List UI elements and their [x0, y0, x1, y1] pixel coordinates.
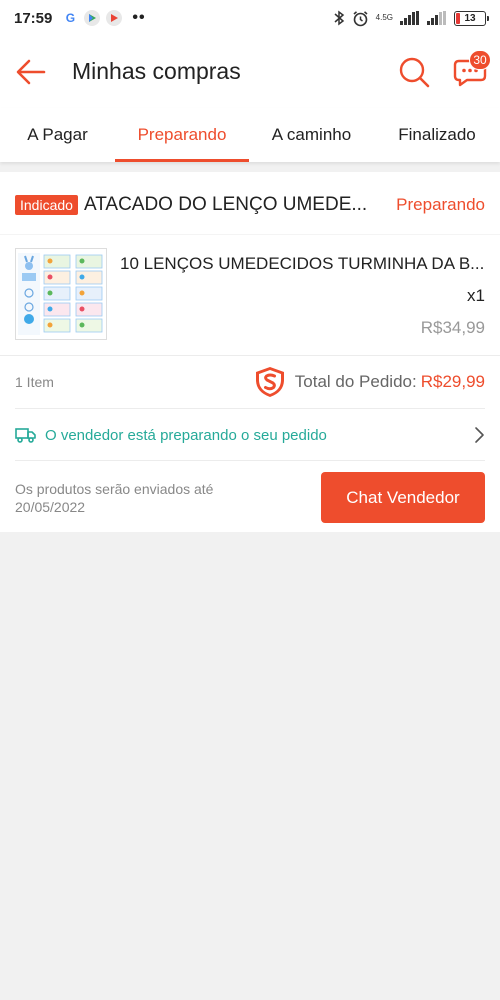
bluetooth-icon [334, 10, 344, 26]
play-store-icon [84, 10, 101, 26]
google-icon: G [65, 11, 76, 25]
shipping-deadline-note: Os produtos serão enviados até 20/05/202… [15, 481, 214, 515]
search-button[interactable] [396, 55, 432, 89]
search-icon [399, 57, 430, 88]
network-label: 4.5G [375, 13, 393, 22]
signal-icon [400, 11, 419, 25]
order-actions: Os produtos serão enviados até 20/05/202… [15, 470, 485, 525]
app-header: Minhas compras [0, 36, 500, 108]
page-title: Minhas compras [72, 58, 241, 84]
tab-preparando[interactable]: Preparando [115, 108, 249, 162]
divider [0, 355, 500, 356]
chevron-right-icon [475, 427, 484, 443]
network-indicator: 4.5G [376, 14, 393, 22]
product-row[interactable]: 10 LENÇOS UMEDECIDOS TURMINHA DA B... x1… [15, 248, 485, 348]
product-name: 10 LENÇOS UMEDECIDOS TURMINHA DA B... [120, 254, 485, 273]
shipping-status-text: O vendedor está preparando o seu pedido [45, 426, 327, 444]
indicado-badge: Indicado [15, 195, 78, 215]
back-arrow-icon [16, 59, 46, 85]
shipping-status-row[interactable]: O vendedor está preparando o seu pedido [15, 414, 485, 456]
order-total: Total do Pedido: R$29,99 [253, 365, 485, 399]
back-button[interactable] [14, 56, 48, 88]
battery-level: 13 [464, 12, 476, 24]
tab-a-caminho[interactable]: A caminho [249, 108, 374, 162]
truck-icon [15, 428, 36, 443]
alarm-icon [353, 10, 368, 26]
order-card[interactable]: Indicado ATACADO DO LENÇO UMEDE... Prepa… [0, 172, 500, 532]
item-count: 1 Item [15, 374, 54, 390]
chat-vendor-button[interactable]: Chat Vendedor [321, 472, 485, 523]
more-notifications-icon: •• [132, 9, 146, 26]
divider [0, 234, 500, 235]
chat-badge: 30 [469, 50, 491, 70]
tab-finalizado[interactable]: Finalizado [374, 108, 500, 162]
shop-row[interactable]: Indicado ATACADO DO LENÇO UMEDE... Prepa… [15, 190, 485, 220]
notification-icons: G •• [62, 9, 145, 27]
order-total-row: 1 Item Total do Pedido: R$29,99 [15, 362, 485, 402]
signal-icon-2 [427, 11, 446, 25]
system-icons: 4.5G 13 [333, 10, 489, 27]
total-value: R$29,99 [420, 372, 485, 391]
status-bar: 17:59 G •• 4.5G 13 [0, 0, 500, 36]
shield-icon [255, 367, 284, 397]
play-icon [106, 10, 123, 26]
divider [15, 408, 485, 409]
order-tabs: A Pagar Preparando A caminho Finalizado [0, 108, 500, 162]
product-thumbnail [15, 248, 107, 340]
tab-a-pagar[interactable]: A Pagar [0, 108, 115, 162]
battery-icon: 13 [454, 10, 489, 26]
shop-name[interactable]: ATACADO DO LENÇO UMEDE... [84, 194, 367, 216]
product-quantity: x1 [467, 286, 485, 305]
total-label: Total do Pedido: [294, 372, 417, 391]
order-status: Preparando [396, 195, 485, 214]
divider [15, 460, 485, 461]
product-price: R$34,99 [420, 318, 485, 337]
status-time: 17:59 [14, 9, 53, 27]
